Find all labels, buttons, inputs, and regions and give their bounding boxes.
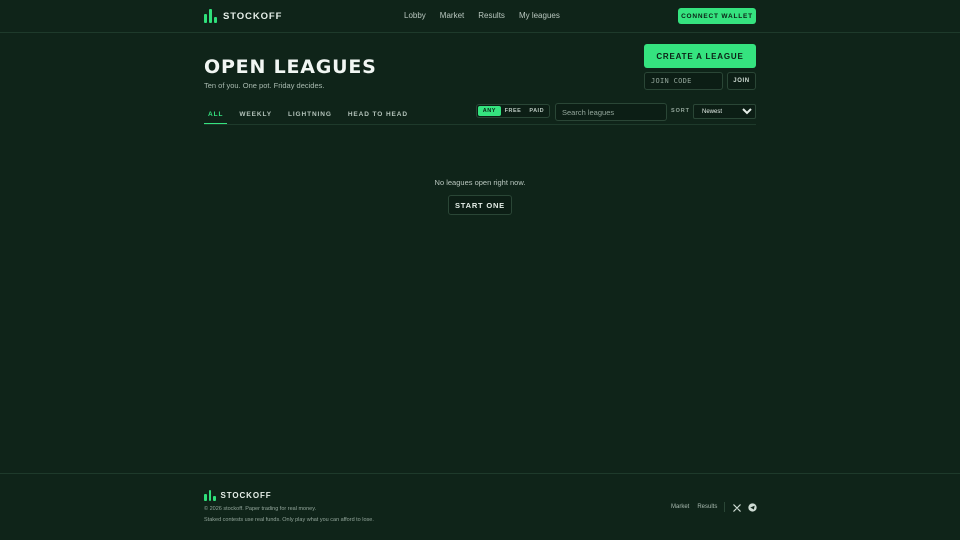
footer-brand[interactable]: STOCKOFF — [204, 490, 272, 501]
nav-item-lobby[interactable]: Lobby — [404, 11, 426, 20]
footer-links: Market Results — [671, 504, 717, 510]
nav-item-my-leagues[interactable]: My leagues — [519, 11, 560, 20]
x-icon[interactable] — [732, 503, 741, 512]
footer-divider — [0, 473, 960, 474]
bar-chart-icon — [204, 490, 216, 501]
connect-wallet-button[interactable]: CONNECT WALLET — [678, 8, 756, 24]
top-header: STOCKOFF Lobby Market Results My leagues… — [0, 0, 960, 33]
page-title: OPEN LEAGUES — [204, 56, 377, 78]
tab-weekly[interactable]: WEEKLY — [235, 104, 276, 124]
start-one-button[interactable]: START ONE — [448, 195, 512, 215]
sort-select[interactable]: Newest — [693, 104, 756, 119]
main-nav: Lobby Market Results My leagues — [404, 11, 560, 20]
footer-separator — [724, 502, 725, 512]
page-subtitle: Ten of you. One pot. Friday decides. — [204, 81, 325, 90]
price-filter-free[interactable]: FREE — [502, 106, 525, 116]
search-input[interactable] — [555, 103, 667, 121]
empty-state-message: No leagues open right now. — [434, 178, 526, 187]
league-tabs: ALL WEEKLY LIGHTNING HEAD TO HEAD — [204, 104, 420, 125]
create-league-button[interactable]: CREATE A LEAGUE — [644, 44, 756, 68]
footer-disclaimer: Staked contests use real funds. Only pla… — [204, 517, 374, 523]
footer-copyright: © 2026 stockoff. Paper trading for real … — [204, 506, 317, 512]
bar-chart-icon — [204, 9, 217, 23]
nav-item-results[interactable]: Results — [478, 11, 505, 20]
nav-item-market[interactable]: Market — [440, 11, 464, 20]
tab-lightning[interactable]: LIGHTNING — [284, 104, 336, 124]
footer-link-results[interactable]: Results — [697, 504, 717, 510]
brand-logo[interactable]: STOCKOFF — [204, 9, 282, 23]
tab-head-to-head[interactable]: HEAD TO HEAD — [344, 104, 412, 124]
page: STOCKOFF Lobby Market Results My leagues… — [0, 0, 960, 540]
footer-brand-name: STOCKOFF — [220, 491, 272, 500]
brand-name: STOCKOFF — [223, 10, 283, 22]
price-filter-any[interactable]: ANY — [478, 106, 501, 116]
footer-link-market[interactable]: Market — [671, 504, 689, 510]
sort-label: SORT — [671, 108, 690, 114]
tabs-divider — [204, 124, 756, 125]
telegram-icon[interactable] — [748, 503, 757, 512]
price-filter: ANY FREE PAID — [476, 104, 550, 118]
join-code-input[interactable] — [644, 72, 723, 90]
price-filter-paid[interactable]: PAID — [525, 106, 548, 116]
join-button[interactable]: JOIN — [727, 72, 756, 90]
tab-all[interactable]: ALL — [204, 104, 228, 125]
